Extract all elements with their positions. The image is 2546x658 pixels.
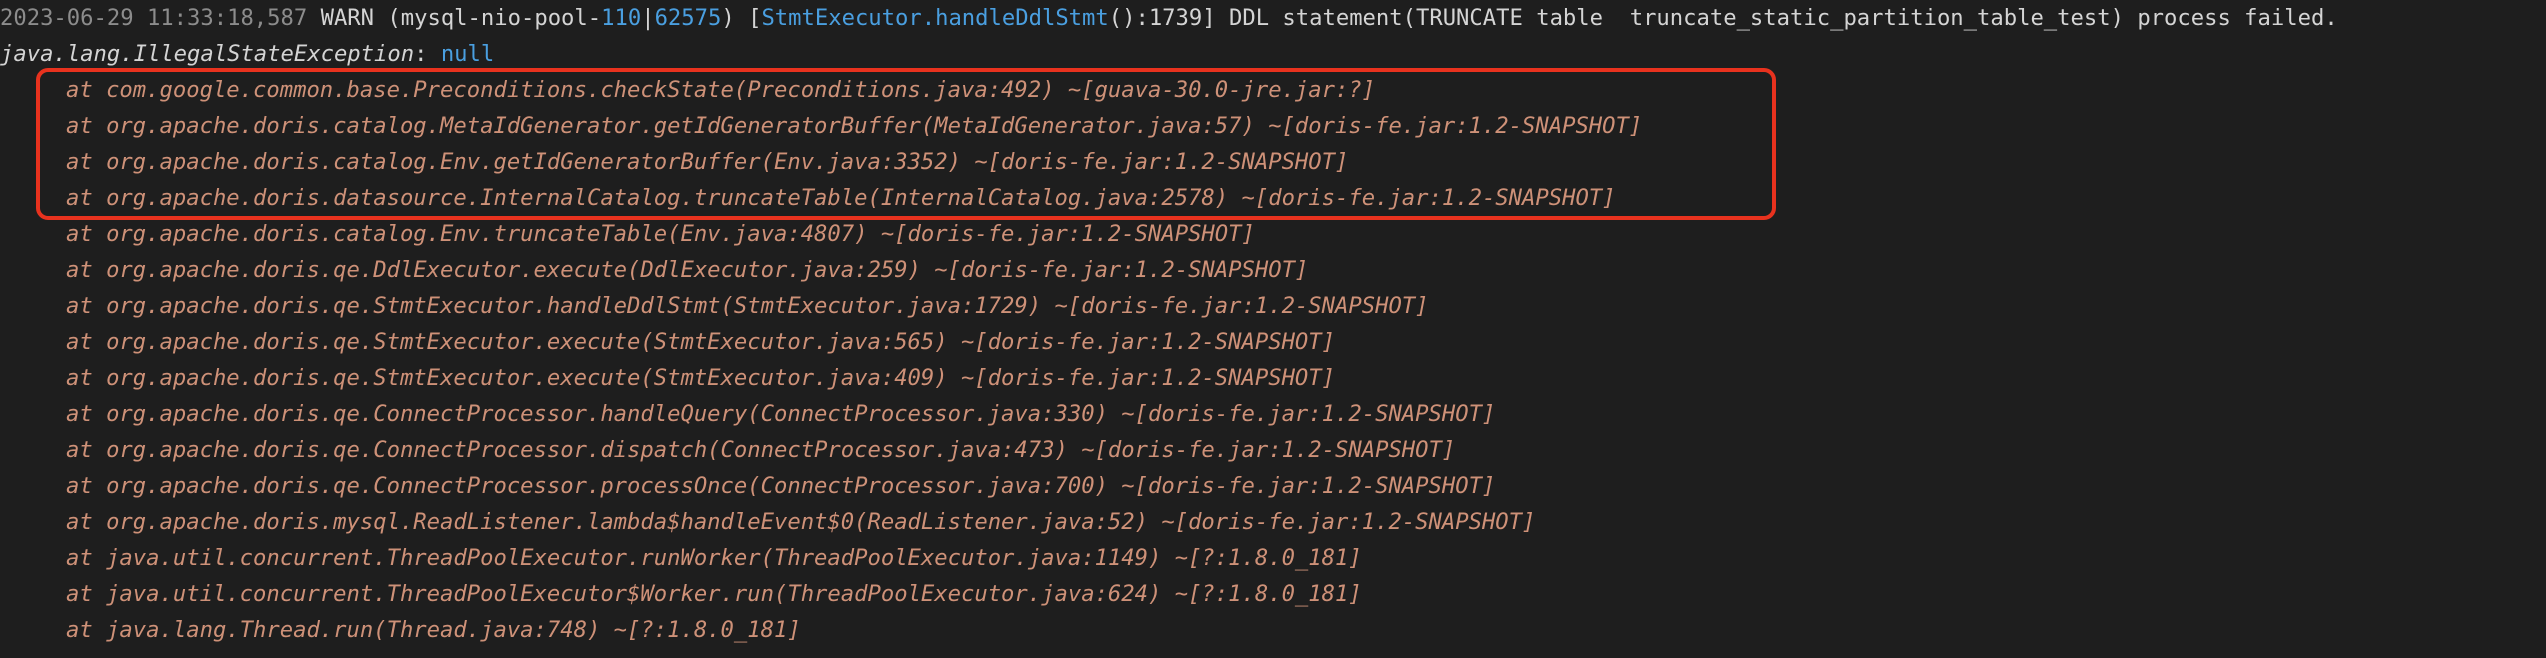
- stack-frame: at org.apache.doris.qe.StmtExecutor.hand…: [66, 293, 1429, 319]
- stack-frame: at org.apache.doris.catalog.Env.truncate…: [66, 221, 1255, 247]
- stack-frame: at org.apache.doris.qe.DdlExecutor.execu…: [66, 257, 1309, 283]
- stack-frame: at org.apache.doris.qe.ConnectProcessor.…: [66, 473, 1496, 499]
- thread-separator: |: [641, 5, 655, 31]
- stack-frame: at org.apache.doris.qe.ConnectProcessor.…: [66, 401, 1496, 427]
- stack-frame: at org.apache.doris.qe.StmtExecutor.exec…: [66, 365, 1336, 391]
- stack-frame: at java.util.concurrent.ThreadPoolExecut…: [66, 581, 1362, 607]
- thread-id: 62575: [654, 5, 722, 31]
- stack-frame: at com.google.common.base.Preconditions.…: [66, 77, 1376, 103]
- cutoff-line-fragment: · · · · · · · · · · · · · · · · · · · · …: [420, 650, 2384, 658]
- stack-frame: at org.apache.doris.mysql.ReadListener.l…: [66, 509, 1536, 535]
- log-level: WARN: [320, 5, 375, 31]
- exception-line: java.lang.IllegalStateException: null: [0, 36, 494, 72]
- exception-class: java.lang.IllegalStateException: [0, 41, 415, 67]
- stack-frame: at org.apache.doris.qe.ConnectProcessor.…: [66, 437, 1456, 463]
- thread-name: mysql-nio-pool-: [400, 5, 602, 31]
- open-paren: (: [374, 5, 401, 31]
- exception-message: null: [440, 41, 495, 67]
- stack-frame: at org.apache.doris.catalog.Env.getIdGen…: [66, 149, 1349, 175]
- stack-frame: at org.apache.doris.catalog.MetaIdGenera…: [66, 113, 1643, 139]
- stack-frame: at java.util.concurrent.ThreadPoolExecut…: [66, 545, 1362, 571]
- log-header-line: 2023-06-29 11:33:18,587 WARN (mysql-nio-…: [0, 0, 2338, 36]
- log-timestamp: 2023-06-29 11:33:18,587: [0, 5, 308, 31]
- cutoff-next-line: · · · · · · · · · · · · · · · · · · · · …: [0, 650, 2546, 658]
- close-paren: ) [: [721, 5, 762, 31]
- logger-name: StmtExecutor.handleDdlStmt: [761, 5, 1109, 31]
- stack-frame: at org.apache.doris.qe.StmtExecutor.exec…: [66, 329, 1336, 355]
- stack-frame: at org.apache.doris.datasource.InternalC…: [66, 185, 1616, 211]
- log-message: ():1739] DDL statement(TRUNCATE table tr…: [1108, 5, 2338, 31]
- exception-separator: :: [414, 41, 441, 67]
- thread-number: 110: [601, 5, 642, 31]
- stack-frame: at java.lang.Thread.run(Thread.java:748)…: [66, 617, 801, 643]
